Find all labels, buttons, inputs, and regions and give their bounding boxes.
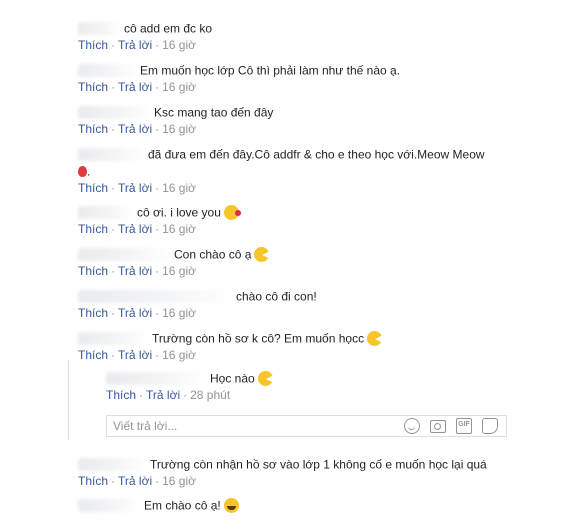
comment: cô add em đc ko Thích · Trả lời · 16 giờ [78, 21, 213, 52]
comment-text: chào cô đi con! [236, 289, 317, 304]
comment: cô ơi. i love you Thích · Trả lời · 16 giờ [78, 204, 548, 237]
comment-time[interactable]: 16 giờ [162, 38, 196, 52]
comment-text: Em muốn học lớp Cô thì phải làm như thế … [140, 63, 401, 78]
grin-emoji-icon [223, 498, 239, 514]
commenter-name[interactable] [78, 248, 170, 262]
comment-text: Con chào cô ạ [174, 247, 252, 262]
comment-text: đã đưa em đến đây.Cô addfr & cho e theo … [148, 147, 485, 162]
like-link[interactable]: Thích [78, 181, 108, 195]
comment: đã đưa em đến đây.Cô addfr & cho e theo … [78, 147, 485, 195]
like-link[interactable]: Thích [78, 348, 108, 362]
gif-icon[interactable]: GIF [456, 418, 472, 434]
reply-link[interactable]: Trả lời [118, 38, 152, 52]
commenter-name[interactable] [106, 372, 206, 386]
commenter-name[interactable] [78, 332, 148, 346]
reply-box-icons: GIF [404, 418, 498, 434]
pacman-emoji-icon [254, 247, 271, 263]
camera-icon[interactable] [430, 420, 446, 433]
reply-link[interactable]: Trả lời [118, 80, 152, 94]
pacman-emoji-icon [367, 331, 384, 347]
comment: Trường còn hồ sơ k cô? Em muốn họcc Thíc… [78, 330, 548, 363]
reply-text: Học nào [210, 371, 255, 386]
reply-thread-line [68, 360, 69, 440]
reply-link[interactable]: Trả lời [146, 388, 180, 402]
reply-link[interactable]: Trả lời [118, 306, 152, 320]
reply-link[interactable]: Trả lời [118, 122, 152, 136]
reply-link[interactable]: Trả lời [118, 181, 152, 195]
pacman-emoji-icon [257, 371, 274, 387]
like-link[interactable]: Thích [78, 264, 108, 278]
comment: Con chào cô ạ Thích · Trả lời · 16 giờ [78, 246, 548, 279]
comment: Ksc mang tao đến đây Thích · Trả lời · 16 gi… [78, 105, 274, 136]
comment-text: Em chào cô ạ! [144, 498, 221, 513]
like-link[interactable]: Thích [78, 474, 108, 488]
comment-text: Trường còn nhận hồ sơ vào lớp 1 không cố… [150, 457, 487, 472]
like-link[interactable]: Thích [78, 306, 108, 320]
comment-text: Trường còn hồ sơ k cô? Em muốn họcc [152, 331, 365, 346]
comment-time[interactable]: 16 giờ [162, 122, 196, 136]
comment-text: Ksc mang tao đến đây [154, 105, 274, 120]
comment-text: cô ơi. i love you [137, 205, 221, 220]
comment-time[interactable]: 16 giờ [162, 80, 196, 94]
like-link[interactable]: Thích [78, 222, 108, 236]
comment: Em muốn học lớp Cô thì phải làm như thế … [78, 63, 401, 94]
commenter-name[interactable] [78, 22, 120, 36]
comment-text: cô add em đc ko [124, 21, 213, 36]
comment-time[interactable]: 16 giờ [162, 474, 196, 488]
commenter-name[interactable] [78, 290, 232, 304]
reply-link[interactable]: Trả lời [118, 222, 152, 236]
comment-time[interactable]: 16 giờ [162, 348, 196, 362]
reply-link[interactable]: Trả lời [118, 264, 152, 278]
commenter-name[interactable] [78, 64, 136, 78]
balloon-icon [78, 166, 87, 178]
emoji-icon[interactable] [404, 418, 420, 434]
reply-comment: Học nào Thích · Trả lời · 28 phút [106, 370, 526, 403]
reply-time[interactable]: 28 phút [190, 388, 230, 402]
commenter-name[interactable] [78, 106, 150, 120]
like-link[interactable]: Thích [106, 388, 136, 402]
reply-box: GIF [106, 415, 507, 437]
like-link[interactable]: Thích [78, 38, 108, 52]
comment-time[interactable]: 16 giờ [162, 264, 196, 278]
commenter-name[interactable] [78, 499, 140, 513]
like-link[interactable]: Thích [78, 80, 108, 94]
comment-time[interactable]: 16 giờ [162, 222, 196, 236]
comment-time[interactable]: 16 giờ [162, 181, 196, 195]
reply-link[interactable]: Trả lời [118, 474, 152, 488]
reply-link[interactable]: Trả lời [118, 348, 152, 362]
reply-input[interactable] [107, 416, 389, 436]
comment-time[interactable]: 16 giờ [162, 306, 196, 320]
commenter-name[interactable] [78, 148, 144, 162]
kiss-emoji-icon [223, 205, 241, 221]
comment: chào cô đi con! Thích · Trả lời · 16 giờ [78, 289, 317, 320]
comment: Em chào cô ạ! [78, 497, 548, 514]
like-link[interactable]: Thích [78, 122, 108, 136]
comment-feed: cô add em đc ko Thích · Trả lời · 16 giờ Em … [0, 0, 563, 529]
commenter-name[interactable] [78, 458, 146, 472]
sticker-icon[interactable] [482, 418, 498, 434]
commenter-name[interactable] [78, 206, 133, 220]
comment: Trường còn nhận hồ sơ vào lớp 1 không cố… [78, 457, 487, 488]
